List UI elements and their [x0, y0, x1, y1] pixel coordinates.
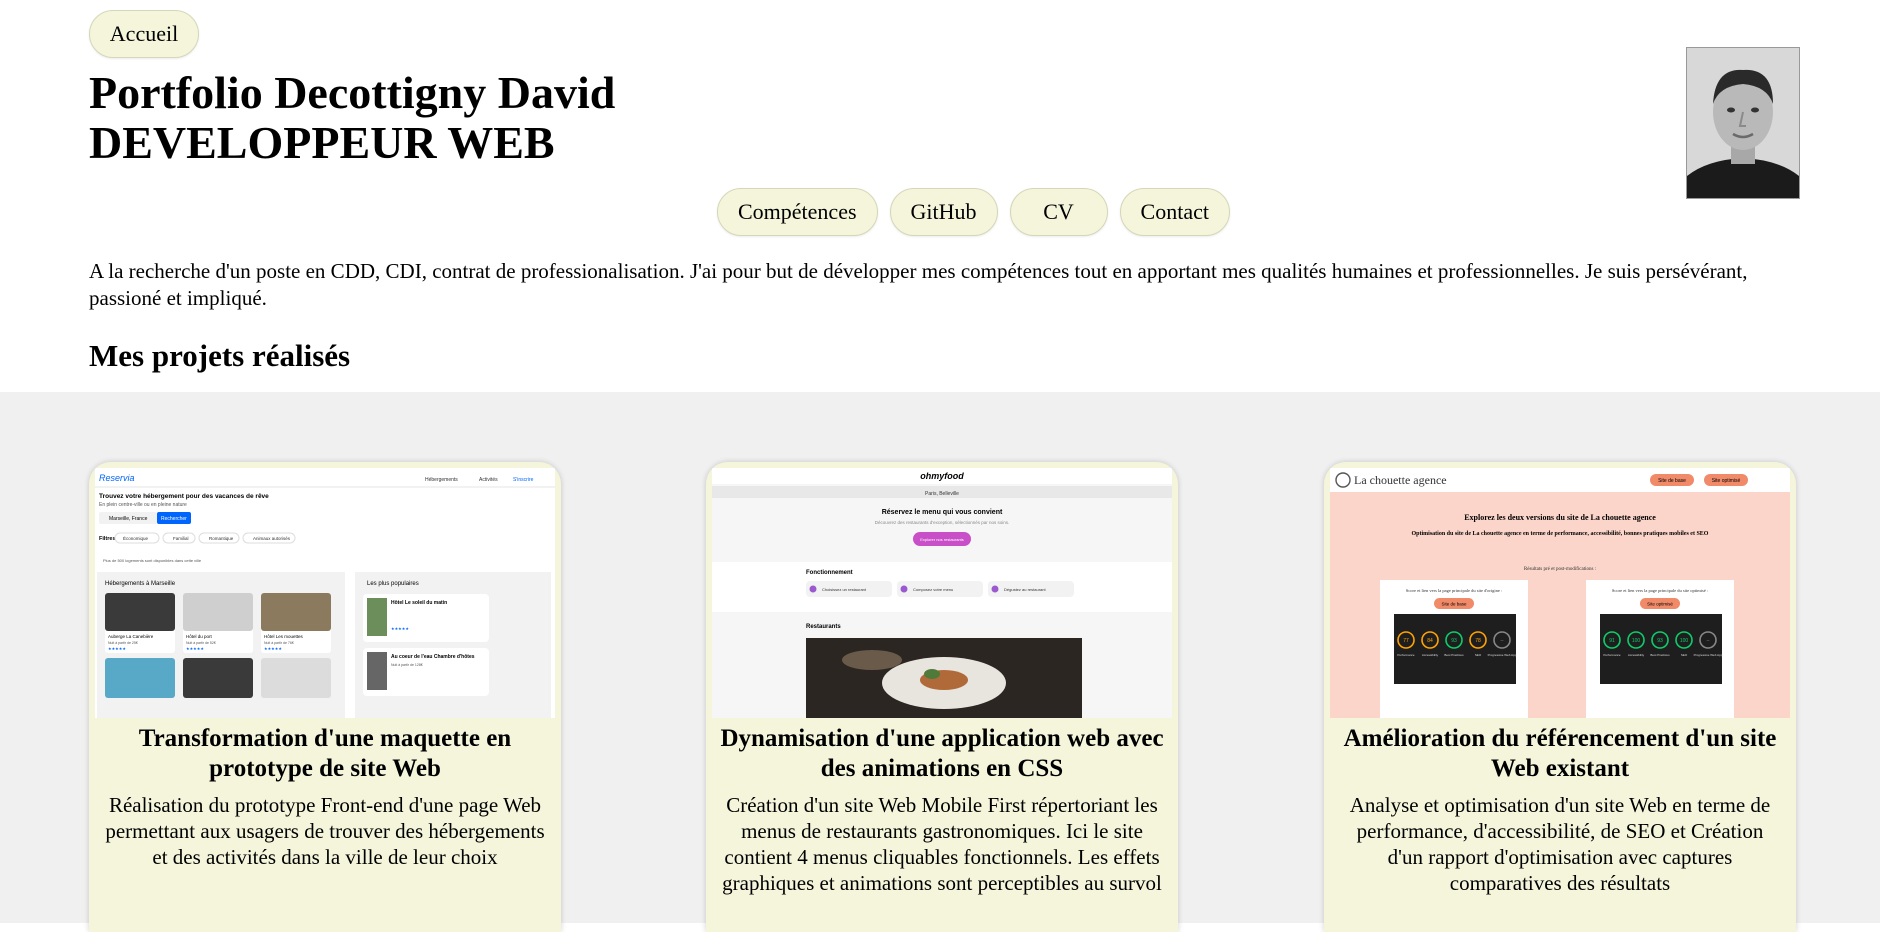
home-button[interactable]: Accueil: [89, 10, 199, 58]
projects-heading: Mes projets réalisés: [89, 338, 351, 373]
score-label: SEO: [1475, 653, 1482, 657]
ohmyfood-logo: ohmyfood: [920, 471, 964, 481]
project-title: Transformation d'une maquette en prototy…: [138, 725, 512, 782]
nav-contact[interactable]: Contact: [1119, 188, 1230, 236]
reservia-nav-1: Hébergements: [425, 477, 458, 483]
chouette-panel-right: Score et lien vers la page principale du…: [1612, 588, 1708, 593]
chouette-headline: Explorez les deux versions du site de La…: [1464, 513, 1656, 522]
score-value: –: [1501, 638, 1504, 644]
score-label: Performance: [1603, 653, 1621, 657]
title-line-1: Portfolio Decottigny David: [89, 67, 616, 118]
project-card-reservia[interactable]: Reservia Hébergements Activités S'inscri…: [89, 462, 561, 932]
reservia-filter-2: Familial: [173, 536, 189, 541]
ohmyfood-headline: Réservez le menu qui vous convient: [882, 509, 1003, 516]
reservia-popular-2: Au coeur de l'eau Chambre d'hôtes: [391, 654, 475, 660]
chouette-right-link: Site optimisé: [1647, 602, 1673, 607]
reservia-info: Plus de 500 logements sont disponibles d…: [103, 558, 202, 563]
reservia-section-title: Hébergements à Marseille: [105, 581, 176, 587]
ohmyfood-step-2: Composez votre menu: [913, 587, 953, 592]
reservia-filter-3: Romantique: [209, 536, 234, 541]
score-label: SEO: [1681, 653, 1688, 657]
score-value: 100: [1680, 638, 1689, 644]
reservia-filters-label: Filtres: [99, 536, 116, 542]
nav-cv[interactable]: CV: [1009, 188, 1108, 236]
reservia-subline: En plein centre-ville ou en pleine natur…: [99, 502, 187, 508]
reservia-card-1: Auberge La Canebière: [108, 634, 154, 639]
score-value: 84: [1427, 638, 1433, 644]
intro-text: A la recherche d'un poste en CDD, CDI, c…: [89, 259, 1748, 310]
project-thumbnail-reservia[interactable]: Reservia Hébergements Activités S'inscri…: [95, 468, 555, 718]
project-description: Création d'un site Web Mobile First répe…: [722, 793, 1162, 895]
svg-text:★★★★★: ★★★★★: [186, 646, 204, 651]
reservia-price-3: Nuit à partir de 76€: [264, 641, 294, 645]
project-thumbnail-ohmyfood[interactable]: ohmyfood Paris, Belleville Réservez le m…: [712, 468, 1172, 718]
reservia-headline: Trouvez votre hébergement pour des vacan…: [99, 493, 269, 500]
chouette-button-2: Site optimisé: [1712, 478, 1741, 484]
svg-text:★★★★★: ★★★★★: [108, 646, 126, 651]
score-value: 77: [1403, 638, 1409, 644]
reservia-filter-4: Animaux autorisés: [253, 536, 291, 541]
reservia-search-value: Marseille, France: [109, 516, 148, 522]
score-label: Best Practices: [1444, 653, 1464, 657]
score-label: Accessibility: [1628, 653, 1645, 657]
score-value: 91: [1609, 638, 1615, 644]
chouette-panel-left: Score et lien vers la page principale du…: [1406, 588, 1503, 593]
project-description: Réalisation du prototype Front-end d'une…: [105, 793, 545, 869]
project-card-chouette-agence[interactable]: La chouette agence Site de base Site opt…: [1324, 462, 1796, 932]
reservia-card-2: Hôtel du port: [186, 634, 213, 639]
svg-text:★★★★★: ★★★★★: [264, 646, 282, 651]
ohmyfood-section-2: Restaurants: [806, 624, 841, 630]
project-card-ohmyfood[interactable]: ohmyfood Paris, Belleville Réservez le m…: [706, 462, 1178, 932]
score-label: Progressive Web App: [1488, 653, 1517, 657]
reservia-popular-title: Les plus populaires: [367, 581, 419, 587]
reservia-price-2: Nuit à partir de 52€: [186, 641, 216, 645]
ohmyfood-cta: Explorer nos restaurants: [920, 537, 964, 542]
project-description: Analyse et optimisation d'un site Web en…: [1349, 793, 1771, 895]
ohmyfood-section-1: Fonctionnement: [806, 570, 853, 576]
score-label: Best Practices: [1650, 653, 1670, 657]
score-label: Performance: [1397, 653, 1415, 657]
chouette-logo: La chouette agence: [1354, 473, 1447, 487]
score-label: Accessibility: [1422, 653, 1439, 657]
score-value: 78: [1475, 638, 1481, 644]
reservia-price-1: Nuit à partir de 25€: [108, 641, 138, 645]
reservia-search-button: Rechercher: [161, 516, 187, 522]
score-value: 93: [1451, 638, 1457, 644]
project-title: Dynamisation d'une application web avec …: [720, 725, 1164, 782]
ohmyfood-location: Paris, Belleville: [925, 491, 959, 497]
main-nav: Compétences GitHub CV Contact: [717, 188, 1230, 236]
chouette-results: Résultats pré et post-modifications :: [1524, 567, 1596, 572]
reservia-filter-1: Économique: [123, 535, 149, 541]
projects-section: Reservia Hébergements Activités S'inscri…: [0, 392, 1880, 932]
ohmyfood-step-3: Dégustez au restaurant: [1004, 587, 1046, 592]
score-value: –: [1707, 638, 1710, 644]
ohmyfood-subline: Découvrez des restaurants d'exception, s…: [875, 520, 1009, 525]
chouette-button-1: Site de base: [1658, 478, 1686, 484]
score-label: Progressive Web App: [1694, 653, 1723, 657]
reservia-popular-price: Nuit à partir de 128€: [391, 663, 423, 667]
reservia-nav-3: S'inscrire: [513, 477, 534, 483]
nav-github[interactable]: GitHub: [889, 188, 998, 236]
reservia-logo: Reservia: [99, 473, 135, 483]
site-title: Portfolio Decottigny David DEVELOPPEUR W…: [89, 68, 615, 168]
reservia-card-3: Hôtel Les mouettes: [264, 634, 304, 639]
svg-text:★★★★★: ★★★★★: [391, 626, 409, 631]
score-value: 100: [1632, 638, 1641, 644]
project-thumbnail-chouette[interactable]: La chouette agence Site de base Site opt…: [1330, 468, 1790, 718]
reservia-popular-1: Hôtel Le soleil du matin: [391, 600, 447, 606]
title-line-2: DEVELOPPEUR WEB: [89, 117, 555, 168]
chouette-left-link: Site de base: [1441, 602, 1467, 607]
project-title: Amélioration du référencement d'un site …: [1343, 725, 1777, 782]
ohmyfood-step-1: Choisissez un restaurant: [822, 587, 867, 592]
nav-competences[interactable]: Compétences: [717, 188, 878, 236]
score-value: 93: [1657, 638, 1663, 644]
chouette-subline: Optimisation du site de La chouette agen…: [1411, 531, 1709, 537]
profile-photo: [1686, 47, 1800, 199]
reservia-nav-2: Activités: [479, 477, 498, 483]
